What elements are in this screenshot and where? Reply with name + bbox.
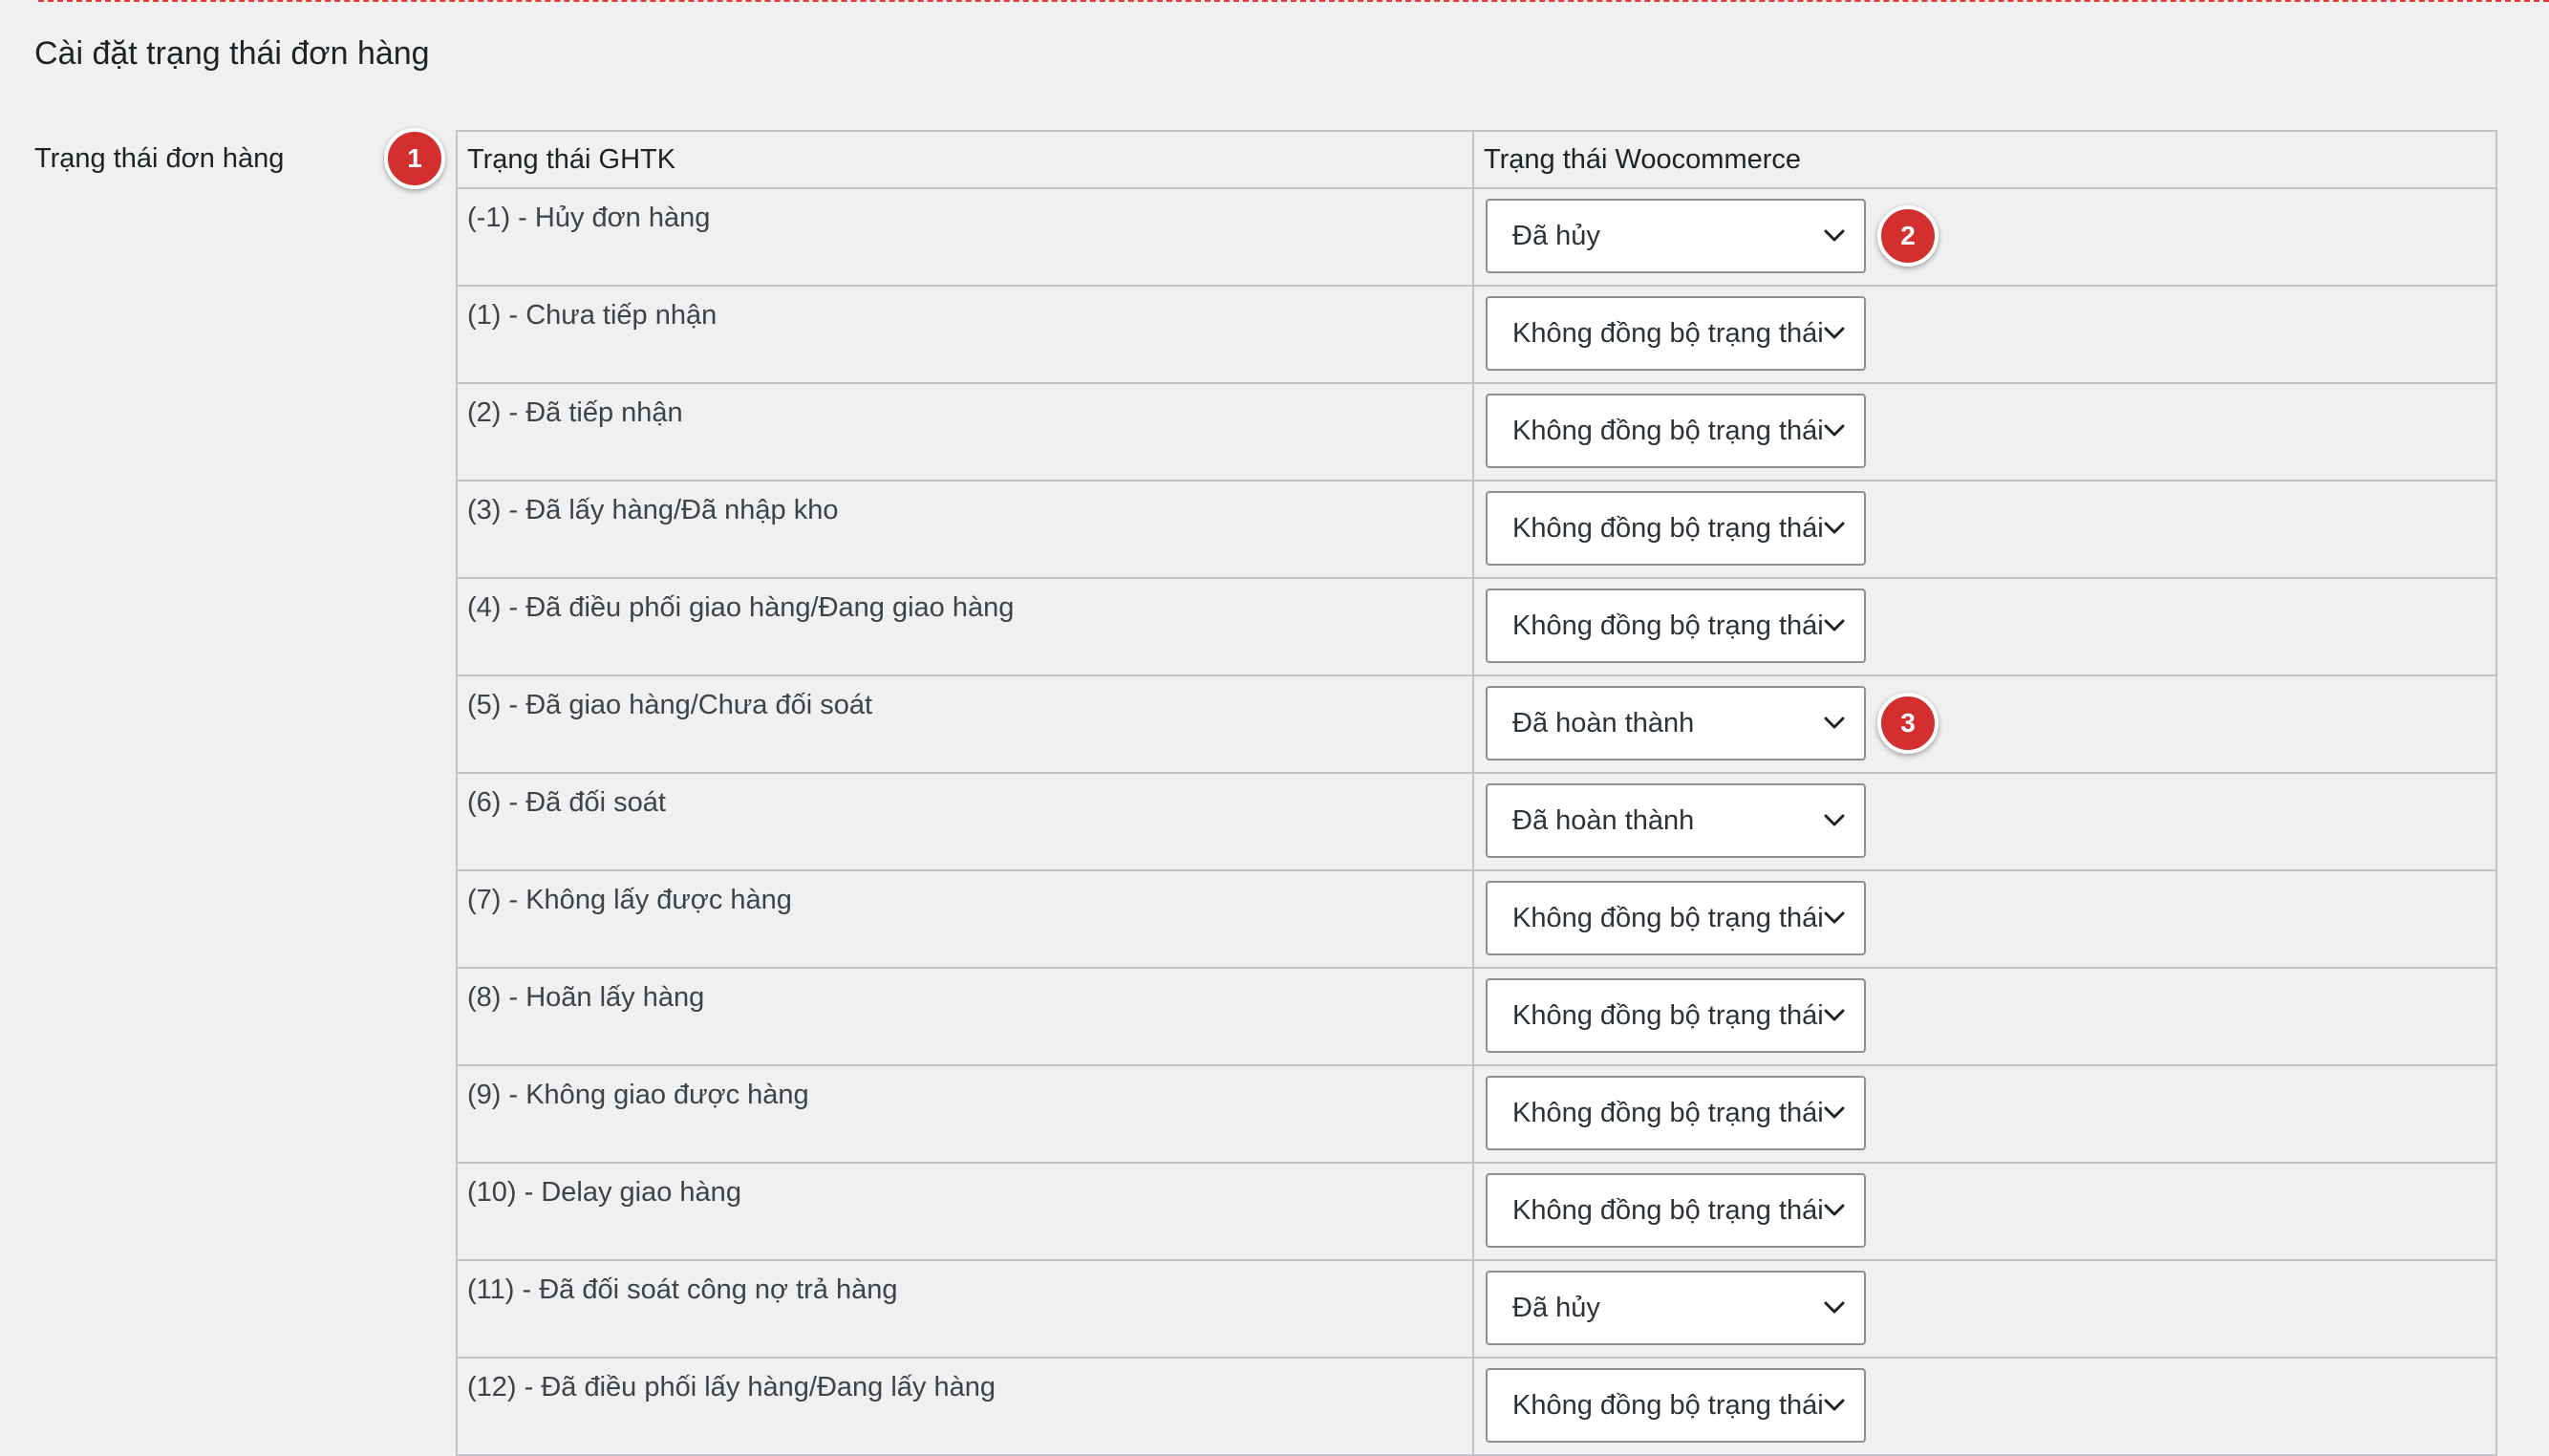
ghtk-status-label: (1) - Chưa tiếp nhận xyxy=(467,300,718,331)
select-selected-value: Không đồng bộ trạng thái xyxy=(1512,610,1824,641)
ghtk-status-cell: (-1) - Hủy đơn hàng xyxy=(456,187,1474,287)
woocommerce-status-select[interactable]: Không đồng bộ trạng thái xyxy=(1486,881,1866,955)
chevron-down-icon xyxy=(1824,717,1845,729)
ghtk-status-cell: (3) - Đã lấy hàng/Đã nhập kho xyxy=(456,480,1474,579)
order-status-mapping-table: Trạng thái GHTK Trạng thái Woocommerce (… xyxy=(456,130,2497,1456)
table-row: (11) - Đã đối soát công nợ trả hàng Đã h… xyxy=(456,1259,2497,1359)
table-row: (-1) - Hủy đơn hàng Đã hủy xyxy=(456,187,2497,287)
woocommerce-status-select[interactable]: Không đồng bộ trạng thái xyxy=(1486,1368,1866,1443)
woocommerce-status-cell: Không đồng bộ trạng thái xyxy=(1472,480,2497,579)
annotation-badge-1: 1 xyxy=(384,128,445,189)
ghtk-status-label: (-1) - Hủy đơn hàng xyxy=(467,203,711,233)
select-selected-value: Không đồng bộ trạng thái xyxy=(1512,317,1824,349)
ghtk-status-label: (2) - Đã tiếp nhận xyxy=(467,397,683,428)
ghtk-status-label: (7) - Không lấy được hàng xyxy=(467,885,792,915)
woocommerce-status-cell: Không đồng bộ trạng thái xyxy=(1472,1162,2497,1261)
order-status-field-label: Trạng thái đơn hàng xyxy=(34,143,285,174)
woocommerce-status-select[interactable]: Không đồng bộ trạng thái xyxy=(1486,978,1866,1053)
woocommerce-status-cell: Không đồng bộ trạng thái xyxy=(1472,577,2497,676)
woocommerce-status-cell: Không đồng bộ trạng thái xyxy=(1472,967,2497,1066)
woocommerce-status-select[interactable]: Không đồng bộ trạng thái xyxy=(1486,491,1866,566)
table-row: (6) - Đã đối soát Đã hoàn thành xyxy=(456,772,2497,871)
ghtk-status-label: (11) - Đã đối soát công nợ trả hàng xyxy=(467,1274,898,1305)
select-selected-value: Không đồng bộ trạng thái xyxy=(1512,902,1824,933)
table-row: (12) - Đã điều phối lấy hàng/Đang lấy hà… xyxy=(456,1357,2497,1456)
woocommerce-status-select[interactable]: Đã hủy xyxy=(1486,199,1866,273)
select-selected-value: Không đồng bộ trạng thái xyxy=(1512,415,1824,446)
table-row: (2) - Đã tiếp nhận Không đồng bộ trạng t… xyxy=(456,382,2497,482)
ghtk-status-label: (10) - Delay giao hàng xyxy=(467,1177,741,1208)
select-selected-value: Đã hoàn thành xyxy=(1512,804,1695,836)
table-row: (1) - Chưa tiếp nhận Không đồng bộ trạng… xyxy=(456,285,2497,384)
chevron-down-icon xyxy=(1824,1009,1845,1021)
select-selected-value: Không đồng bộ trạng thái xyxy=(1512,999,1824,1031)
ghtk-status-column-header: Trạng thái GHTK xyxy=(456,130,1474,189)
chevron-down-icon xyxy=(1824,1106,1845,1119)
ghtk-status-cell: (12) - Đã điều phối lấy hàng/Đang lấy hà… xyxy=(456,1357,1474,1456)
woocommerce-status-select[interactable]: Đã hoàn thành xyxy=(1486,783,1866,858)
ghtk-status-label: (3) - Đã lấy hàng/Đã nhập kho xyxy=(467,495,839,525)
woocommerce-status-select[interactable]: Không đồng bộ trạng thái xyxy=(1486,1076,1866,1150)
ghtk-status-label: (12) - Đã điều phối lấy hàng/Đang lấy hà… xyxy=(467,1372,996,1402)
woocommerce-status-select[interactable]: Không đồng bộ trạng thái xyxy=(1486,1173,1866,1248)
select-selected-value: Không đồng bộ trạng thái xyxy=(1512,1389,1824,1421)
table-row: (10) - Delay giao hàng Không đồng bộ trạ… xyxy=(456,1162,2497,1261)
woocommerce-status-cell: Đã hủy xyxy=(1472,187,2497,287)
ghtk-status-cell: (1) - Chưa tiếp nhận xyxy=(456,285,1474,384)
chevron-down-icon xyxy=(1824,424,1845,437)
chevron-down-icon xyxy=(1824,1399,1845,1411)
woocommerce-status-cell: Không đồng bộ trạng thái xyxy=(1472,285,2497,384)
ghtk-status-cell: (7) - Không lấy được hàng xyxy=(456,869,1474,969)
woocommerce-status-select[interactable]: Không đồng bộ trạng thái xyxy=(1486,296,1866,371)
chevron-down-icon xyxy=(1824,327,1845,339)
ghtk-status-label: (5) - Đã giao hàng/Chưa đối soát xyxy=(467,690,873,720)
ghtk-status-cell: (2) - Đã tiếp nhận xyxy=(456,382,1474,482)
ghtk-status-label: (9) - Không giao được hàng xyxy=(467,1080,809,1110)
woocommerce-status-cell: Đã hoàn thành xyxy=(1472,674,2497,774)
ghtk-status-cell: (5) - Đã giao hàng/Chưa đối soát xyxy=(456,674,1474,774)
section-title: Cài đặt trạng thái đơn hàng xyxy=(34,35,430,72)
table-row: (8) - Hoãn lấy hàng Không đồng bộ trạng … xyxy=(456,967,2497,1066)
woocommerce-status-cell: Đã hủy xyxy=(1472,1259,2497,1359)
chevron-down-icon xyxy=(1824,229,1845,242)
woocommerce-status-cell: Đã hoàn thành xyxy=(1472,772,2497,871)
woocommerce-status-cell: Không đồng bộ trạng thái xyxy=(1472,1357,2497,1456)
ghtk-status-label: (6) - Đã đối soát xyxy=(467,787,666,818)
ghtk-status-cell: (8) - Hoãn lấy hàng xyxy=(456,967,1474,1066)
table-header-row: Trạng thái GHTK Trạng thái Woocommerce xyxy=(456,130,2497,189)
woocommerce-status-select[interactable]: Đã hủy xyxy=(1486,1271,1866,1345)
chevron-down-icon xyxy=(1824,619,1845,632)
ghtk-status-cell: (9) - Không giao được hàng xyxy=(456,1064,1474,1164)
chevron-down-icon xyxy=(1824,1204,1845,1216)
ghtk-status-label: (8) - Hoãn lấy hàng xyxy=(467,982,705,1013)
table-row: (7) - Không lấy được hàng Không đồng bộ … xyxy=(456,869,2497,969)
select-selected-value: Đã hủy xyxy=(1512,1292,1600,1323)
table-row: (3) - Đã lấy hàng/Đã nhập kho Không đồng… xyxy=(456,480,2497,579)
table-row: (9) - Không giao được hàng Không đồng bộ… xyxy=(456,1064,2497,1164)
chevron-down-icon xyxy=(1824,522,1845,534)
woocommerce-status-select[interactable]: Không đồng bộ trạng thái xyxy=(1486,589,1866,663)
select-selected-value: Không đồng bộ trạng thái xyxy=(1512,1097,1824,1128)
chevron-down-icon xyxy=(1824,911,1845,924)
woocommerce-status-select[interactable]: Đã hoàn thành xyxy=(1486,686,1866,760)
ghtk-status-label: (4) - Đã điều phối giao hàng/Đang giao h… xyxy=(467,592,1015,623)
ghtk-status-cell: (11) - Đã đối soát công nợ trả hàng xyxy=(456,1259,1474,1359)
select-selected-value: Đã hoàn thành xyxy=(1512,707,1695,739)
select-selected-value: Không đồng bộ trạng thái xyxy=(1512,512,1824,544)
woocommerce-status-column-header: Trạng thái Woocommerce xyxy=(1472,130,2497,189)
chevron-down-icon xyxy=(1824,1301,1845,1314)
select-selected-value: Không đồng bộ trạng thái xyxy=(1512,1194,1824,1226)
table-row: (4) - Đã điều phối giao hàng/Đang giao h… xyxy=(456,577,2497,676)
woocommerce-status-cell: Không đồng bộ trạng thái xyxy=(1472,382,2497,482)
woocommerce-status-cell: Không đồng bộ trạng thái xyxy=(1472,869,2497,969)
ghtk-status-cell: (10) - Delay giao hàng xyxy=(456,1162,1474,1261)
select-selected-value: Đã hủy xyxy=(1512,220,1600,251)
woocommerce-status-cell: Không đồng bộ trạng thái xyxy=(1472,1064,2497,1164)
ghtk-status-cell: (4) - Đã điều phối giao hàng/Đang giao h… xyxy=(456,577,1474,676)
woocommerce-status-select[interactable]: Không đồng bộ trạng thái xyxy=(1486,394,1866,468)
ghtk-status-cell: (6) - Đã đối soát xyxy=(456,772,1474,871)
top-dashed-border xyxy=(38,0,2549,2)
chevron-down-icon xyxy=(1824,814,1845,826)
table-row: (5) - Đã giao hàng/Chưa đối soát Đã hoàn… xyxy=(456,674,2497,774)
